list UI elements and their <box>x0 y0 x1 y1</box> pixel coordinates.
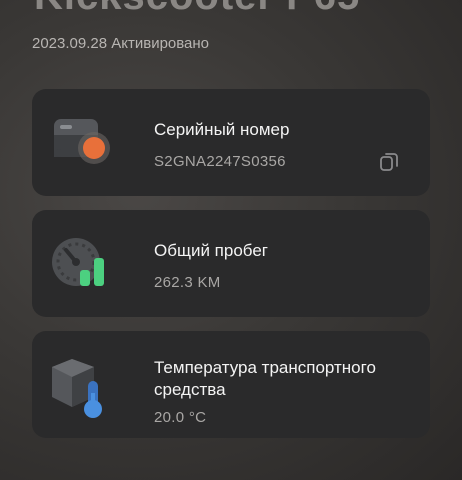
serial-number-label: Серийный номер <box>154 120 290 139</box>
odometer-icon <box>52 238 104 286</box>
mileage-label: Общий пробег <box>154 241 268 260</box>
thermometer-icon <box>52 359 102 418</box>
temperature-label: Температура транспортного средства <box>154 358 376 399</box>
mileage-card: Общий пробег 262.3 KM <box>32 210 430 317</box>
temperature-value: 20.0 °C <box>154 409 207 426</box>
mileage-value: 262.3 KM <box>154 274 221 291</box>
serial-card-icon <box>54 119 110 164</box>
serial-number-value: S2GNA2247S0356 <box>154 153 286 170</box>
copy-icon[interactable] <box>378 151 400 173</box>
serial-number-card: Серийный номер S2GNA2247S0356 <box>32 89 430 196</box>
device-title: Kickscooter P65 <box>34 0 360 19</box>
temperature-card: Температура транспортного средства 20.0 … <box>32 331 430 438</box>
activation-date: 2023.09.28 Активировано <box>32 35 210 52</box>
